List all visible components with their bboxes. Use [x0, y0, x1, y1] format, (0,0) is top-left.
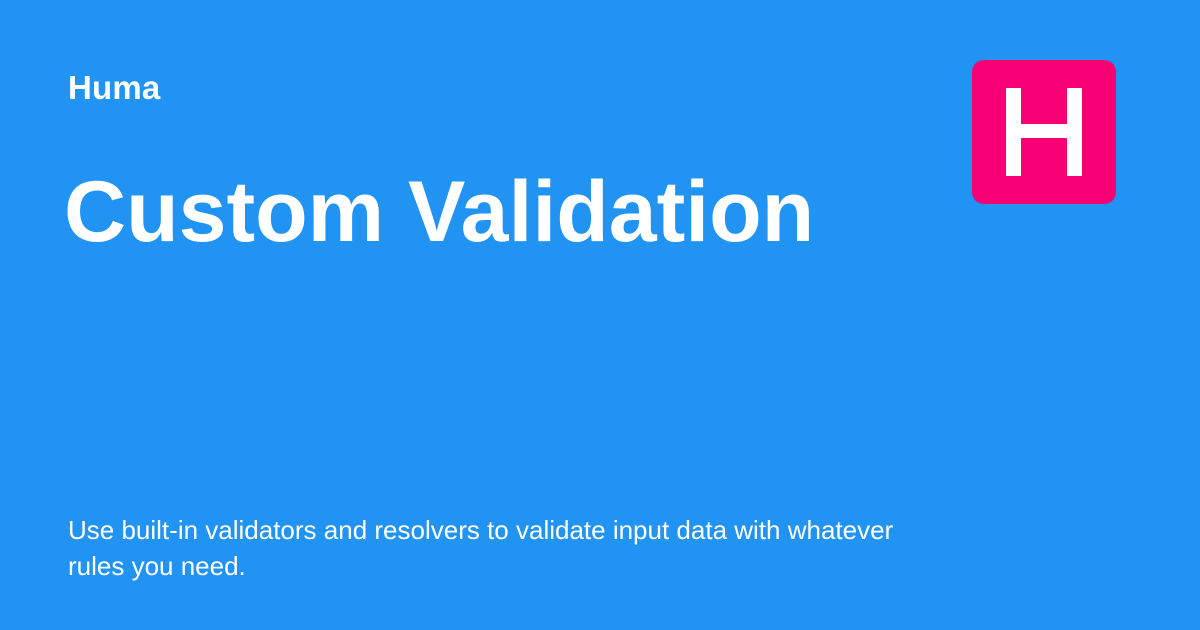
brand-name: Huma [68, 69, 161, 106]
social-card: Huma Custom Validation Use built-in vali… [0, 0, 1200, 630]
huma-logo-icon [972, 60, 1116, 204]
page-title: Custom Validation [64, 164, 815, 260]
page-description: Use built-in validators and resolvers to… [68, 515, 894, 581]
